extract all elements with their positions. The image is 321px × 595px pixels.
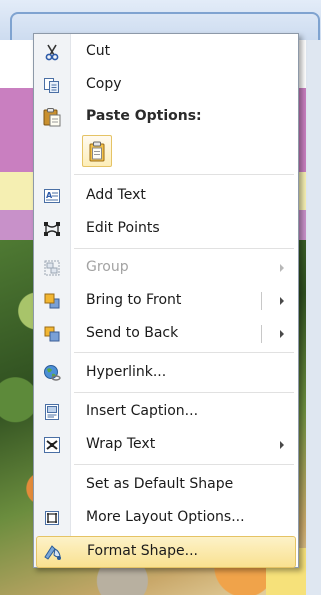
menu-item-label: Add Text <box>86 187 146 203</box>
menu-item-more-layout-options[interactable]: More Layout Options... <box>36 503 294 533</box>
menu-item-label: Hyperlink... <box>86 364 167 380</box>
wrap-text-icon <box>42 435 62 455</box>
menu-item-bring-to-front[interactable]: Bring to Front <box>36 286 294 316</box>
format-shape-icon <box>43 542 63 562</box>
edit-points-icon <box>42 219 62 239</box>
menu-item-label: Paste Options: <box>86 108 202 124</box>
menu-item-format-shape[interactable]: Format Shape... <box>36 536 296 568</box>
menu-item-cut[interactable]: Cut <box>36 37 294 67</box>
menu-item-label: More Layout Options... <box>86 509 245 525</box>
copy-icon <box>42 75 62 95</box>
scrollbar-track[interactable] <box>306 40 321 595</box>
menu-item-label: Wrap Text <box>86 436 156 452</box>
menu-item-label: Format Shape... <box>87 543 198 559</box>
scissors-icon <box>42 42 62 62</box>
menu-item-label: Bring to Front <box>86 292 182 308</box>
menu-item-add-text[interactable]: A Add Text <box>36 181 294 211</box>
insert-caption-icon <box>42 402 62 422</box>
add-text-icon: A <box>42 186 62 206</box>
menu-item-label: Copy <box>86 76 122 92</box>
menu-item-insert-caption[interactable]: Insert Caption... <box>36 397 294 427</box>
menu-item-set-default-shape[interactable]: Set as Default Shape <box>36 470 294 500</box>
menu-item-label: Group <box>86 259 129 275</box>
menu-item-group[interactable]: Group <box>36 253 294 283</box>
menu-item-label: Cut <box>86 43 111 59</box>
paste-options-header: Paste Options: <box>36 102 294 132</box>
menu-item-label: Send to Back <box>86 325 179 341</box>
layout-options-icon <box>42 508 62 528</box>
submenu-arrow-icon <box>280 264 284 272</box>
menu-item-copy[interactable]: Copy <box>36 70 294 100</box>
hyperlink-globe-icon <box>42 363 62 383</box>
paste-icon <box>42 107 62 127</box>
menu-item-label: Edit Points <box>86 220 160 236</box>
menu-item-hyperlink[interactable]: Hyperlink... <box>36 358 294 388</box>
submenu-arrow-icon[interactable] <box>280 330 284 338</box>
menu-item-label: Set as Default Shape <box>86 476 234 492</box>
submenu-arrow-icon <box>280 441 284 449</box>
menu-item-edit-points[interactable]: Edit Points <box>36 214 294 244</box>
bring-to-front-icon <box>42 291 62 311</box>
menu-item-label: Insert Caption... <box>86 403 199 419</box>
svg-text:A: A <box>46 191 53 200</box>
menu-item-send-to-back[interactable]: Send to Back <box>36 319 294 349</box>
group-icon <box>42 258 62 278</box>
context-menu: Cut Copy Paste Options: A Add Text Edit … <box>33 33 299 568</box>
send-to-back-icon <box>42 324 62 344</box>
paste-clipboard-icon <box>89 141 105 162</box>
menu-item-wrap-text[interactable]: Wrap Text <box>36 430 294 460</box>
submenu-arrow-icon[interactable] <box>280 297 284 305</box>
paste-keep-format-button[interactable] <box>82 135 112 167</box>
